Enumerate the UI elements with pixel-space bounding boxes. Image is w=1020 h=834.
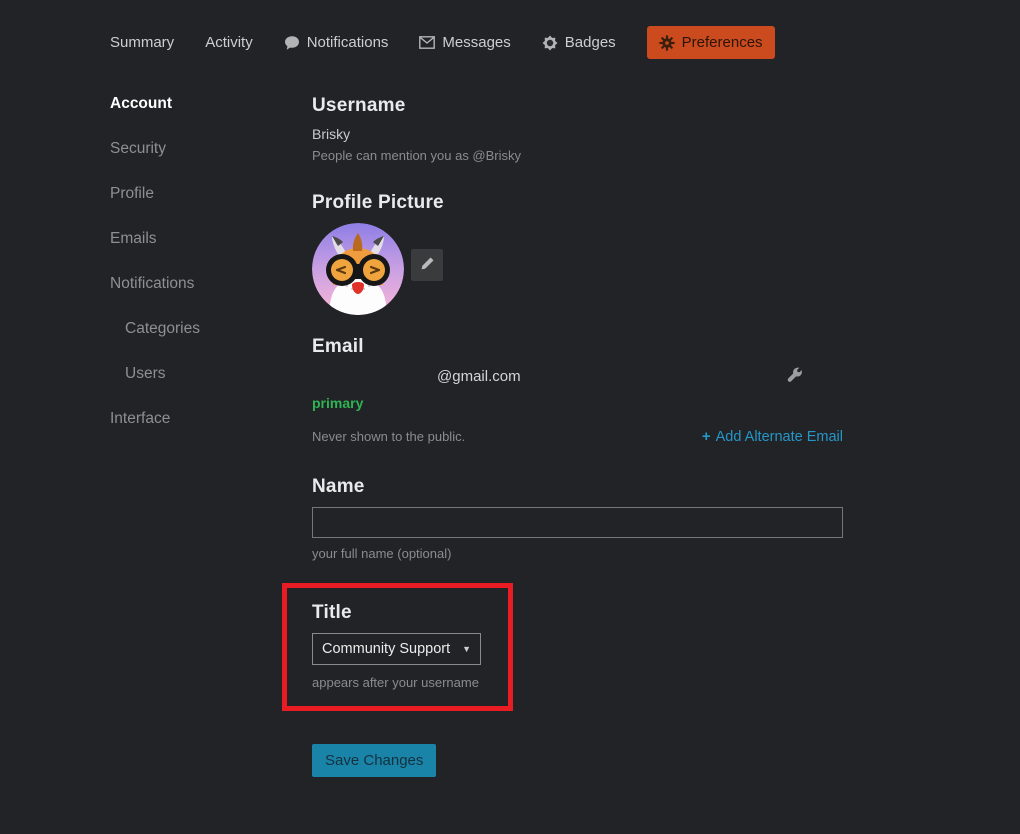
sidebar-item-categories[interactable]: Categories bbox=[110, 320, 312, 338]
name-hint: your full name (optional) bbox=[312, 546, 843, 561]
username-hint: People can mention you as @Brisky bbox=[312, 148, 843, 163]
title-hint: appears after your username bbox=[312, 675, 508, 690]
title-section: Title Community Support ▼ appears after … bbox=[312, 602, 508, 690]
wrench-icon bbox=[787, 367, 803, 386]
sidebar-item-users[interactable]: Users bbox=[110, 365, 312, 383]
tab-messages[interactable]: Messages bbox=[419, 34, 510, 51]
username-section: Username Brisky People can mention you a… bbox=[312, 95, 843, 163]
pencil-icon bbox=[420, 256, 435, 274]
sidebar-item-emails[interactable]: Emails bbox=[110, 230, 312, 248]
save-changes-button[interactable]: Save Changes bbox=[312, 744, 436, 777]
tab-summary[interactable]: Summary bbox=[110, 34, 174, 51]
tab-label: Preferences bbox=[682, 34, 763, 51]
preferences-page: Summary Activity Notifications Messages … bbox=[0, 0, 1020, 777]
sidebar-item-profile[interactable]: Profile bbox=[110, 185, 312, 203]
badge-icon bbox=[542, 35, 558, 51]
tab-label: Badges bbox=[565, 34, 616, 51]
email-primary-badge: primary bbox=[312, 395, 843, 411]
account-settings-main: Username Brisky People can mention you a… bbox=[312, 95, 843, 777]
add-alternate-email-label: Add Alternate Email bbox=[716, 429, 843, 445]
sidebar-item-notifications[interactable]: Notifications bbox=[110, 275, 312, 293]
chevron-down-icon: ▼ bbox=[462, 644, 471, 654]
email-heading: Email bbox=[312, 336, 843, 358]
profile-picture-heading: Profile Picture bbox=[312, 192, 843, 214]
title-selected-option: Community Support bbox=[322, 641, 450, 657]
email-value: @gmail.com bbox=[312, 368, 521, 385]
annotation-highlight-box: Title Community Support ▼ appears after … bbox=[282, 583, 513, 711]
profile-picture-section: Profile Picture bbox=[312, 192, 843, 315]
speech-bubble-icon bbox=[284, 35, 300, 51]
sidebar-item-security[interactable]: Security bbox=[110, 140, 312, 158]
envelope-icon bbox=[419, 36, 435, 49]
edit-email-button[interactable] bbox=[787, 367, 843, 386]
add-alternate-email-link[interactable]: + Add Alternate Email bbox=[702, 428, 843, 445]
sidebar-item-account[interactable]: Account bbox=[110, 95, 312, 113]
tab-label: Messages bbox=[442, 34, 510, 51]
full-name-input[interactable] bbox=[312, 507, 843, 538]
tab-notifications[interactable]: Notifications bbox=[284, 34, 389, 51]
tab-preferences[interactable]: Preferences bbox=[647, 26, 775, 59]
email-hint: Never shown to the public. bbox=[312, 429, 465, 444]
username-heading: Username bbox=[312, 95, 843, 117]
tab-label: Notifications bbox=[307, 34, 389, 51]
tab-activity[interactable]: Activity bbox=[205, 34, 253, 51]
title-select[interactable]: Community Support ▼ bbox=[312, 633, 481, 665]
name-heading: Name bbox=[312, 476, 843, 498]
name-section: Name your full name (optional) bbox=[312, 476, 843, 561]
plus-icon: + bbox=[702, 428, 711, 445]
user-profile-nav: Summary Activity Notifications Messages … bbox=[110, 26, 1020, 59]
email-section: Email @gmail.com primary Never shown to … bbox=[312, 336, 843, 445]
tab-badges[interactable]: Badges bbox=[542, 34, 616, 51]
gear-icon bbox=[659, 35, 675, 51]
username-value: Brisky bbox=[312, 126, 843, 142]
title-heading: Title bbox=[312, 602, 508, 624]
sidebar-item-interface[interactable]: Interface bbox=[110, 410, 312, 428]
profile-picture-avatar[interactable] bbox=[312, 223, 404, 315]
edit-avatar-button[interactable] bbox=[411, 249, 443, 281]
